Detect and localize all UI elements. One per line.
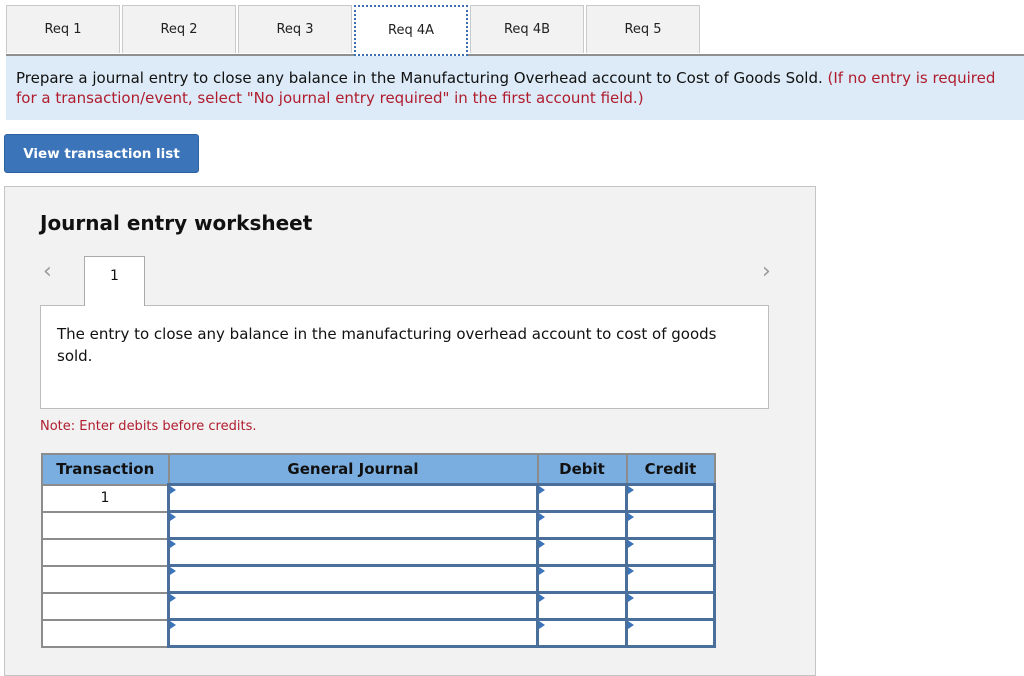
- credit-input[interactable]: [625, 510, 716, 540]
- debit-input[interactable]: [536, 510, 628, 540]
- transaction-cell: 1: [41, 483, 170, 513]
- table-row: [41, 510, 716, 540]
- debit-input[interactable]: [536, 618, 628, 648]
- chevron-left-icon[interactable]: ‹: [43, 261, 52, 283]
- transaction-cell: [41, 618, 170, 648]
- tab-req-4b[interactable]: Req 4B: [470, 5, 584, 53]
- table-row: 1: [41, 483, 716, 513]
- view-transaction-list-button[interactable]: View transaction list: [4, 134, 199, 173]
- credit-input[interactable]: [625, 591, 716, 621]
- table-row: [41, 564, 716, 594]
- journal-table: Transaction General Journal Debit Credit…: [41, 453, 716, 648]
- header-transaction: Transaction: [41, 453, 170, 486]
- debit-input[interactable]: [536, 483, 628, 513]
- debit-input[interactable]: [536, 591, 628, 621]
- header-general-journal: General Journal: [167, 453, 539, 486]
- requirement-tabs: Req 1 Req 2 Req 3 Req 4A Req 4B Req 5: [6, 5, 702, 56]
- tab-req-4a[interactable]: Req 4A: [354, 5, 468, 56]
- transaction-cell: [41, 537, 170, 567]
- transaction-cell: [41, 591, 170, 621]
- debit-input[interactable]: [536, 564, 628, 594]
- tab-req-3[interactable]: Req 3: [238, 5, 352, 53]
- worksheet-title: Journal entry worksheet: [40, 211, 313, 235]
- table-row: [41, 618, 716, 648]
- credit-input[interactable]: [625, 564, 716, 594]
- credit-input[interactable]: [625, 537, 716, 567]
- tab-req-1[interactable]: Req 1: [6, 5, 120, 53]
- journal-entry-worksheet: Journal entry worksheet ‹ › 1 The entry …: [4, 186, 816, 676]
- account-input[interactable]: [167, 483, 539, 513]
- debit-input[interactable]: [536, 537, 628, 567]
- tab-req-5[interactable]: Req 5: [586, 5, 700, 53]
- credit-input[interactable]: [625, 483, 716, 513]
- account-input[interactable]: [167, 591, 539, 621]
- table-row: [41, 591, 716, 621]
- transaction-cell: [41, 564, 170, 594]
- transaction-cell: [41, 510, 170, 540]
- instructions-text: Prepare a journal entry to close any bal…: [16, 69, 823, 87]
- tab-req-2[interactable]: Req 2: [122, 5, 236, 53]
- account-input[interactable]: [167, 510, 539, 540]
- account-input[interactable]: [167, 537, 539, 567]
- account-input[interactable]: [167, 564, 539, 594]
- header-credit: Credit: [625, 453, 716, 486]
- header-debit: Debit: [536, 453, 628, 486]
- instructions-box: Prepare a journal entry to close any bal…: [6, 56, 1024, 120]
- chevron-right-icon[interactable]: ›: [762, 261, 771, 283]
- entry-description: The entry to close any balance in the ma…: [40, 305, 769, 409]
- table-row: [41, 537, 716, 567]
- account-input[interactable]: [167, 618, 539, 648]
- credit-input[interactable]: [625, 618, 716, 648]
- debits-note: Note: Enter debits before credits.: [40, 419, 257, 434]
- entry-tab-1[interactable]: 1: [84, 256, 145, 306]
